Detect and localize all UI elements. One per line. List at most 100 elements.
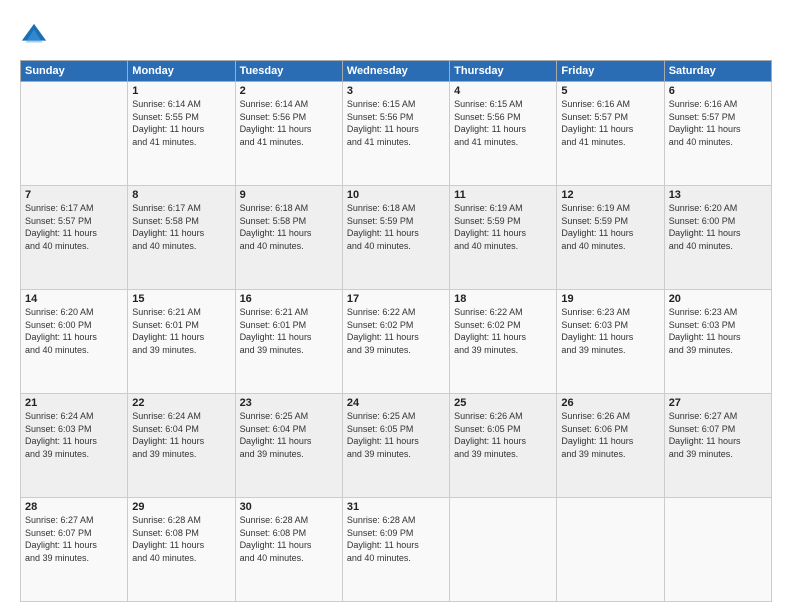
day-info: Sunrise: 6:19 AM Sunset: 5:59 PM Dayligh… [454,202,552,252]
calendar-week-row: 1Sunrise: 6:14 AM Sunset: 5:55 PM Daylig… [21,82,772,186]
day-info: Sunrise: 6:20 AM Sunset: 6:00 PM Dayligh… [669,202,767,252]
day-info: Sunrise: 6:27 AM Sunset: 6:07 PM Dayligh… [669,410,767,460]
day-number: 31 [347,501,445,513]
calendar-cell: 17Sunrise: 6:22 AM Sunset: 6:02 PM Dayli… [342,290,449,394]
weekday-header-cell: Friday [557,61,664,82]
calendar-cell [21,82,128,186]
day-number: 5 [561,85,659,97]
day-info: Sunrise: 6:15 AM Sunset: 5:56 PM Dayligh… [454,98,552,148]
calendar-cell: 19Sunrise: 6:23 AM Sunset: 6:03 PM Dayli… [557,290,664,394]
calendar-table: SundayMondayTuesdayWednesdayThursdayFrid… [20,60,772,602]
calendar-cell: 21Sunrise: 6:24 AM Sunset: 6:03 PM Dayli… [21,394,128,498]
calendar-cell: 3Sunrise: 6:15 AM Sunset: 5:56 PM Daylig… [342,82,449,186]
calendar-week-row: 28Sunrise: 6:27 AM Sunset: 6:07 PM Dayli… [21,498,772,602]
day-number: 6 [669,85,767,97]
day-info: Sunrise: 6:23 AM Sunset: 6:03 PM Dayligh… [669,306,767,356]
day-number: 9 [240,189,338,201]
calendar-cell: 1Sunrise: 6:14 AM Sunset: 5:55 PM Daylig… [128,82,235,186]
day-number: 2 [240,85,338,97]
calendar-cell: 13Sunrise: 6:20 AM Sunset: 6:00 PM Dayli… [664,186,771,290]
day-info: Sunrise: 6:24 AM Sunset: 6:04 PM Dayligh… [132,410,230,460]
weekday-header-cell: Monday [128,61,235,82]
day-info: Sunrise: 6:26 AM Sunset: 6:06 PM Dayligh… [561,410,659,460]
calendar-cell [557,498,664,602]
day-number: 13 [669,189,767,201]
day-number: 29 [132,501,230,513]
calendar-week-row: 21Sunrise: 6:24 AM Sunset: 6:03 PM Dayli… [21,394,772,498]
calendar-cell: 28Sunrise: 6:27 AM Sunset: 6:07 PM Dayli… [21,498,128,602]
day-number: 26 [561,397,659,409]
calendar-cell [450,498,557,602]
logo-icon [20,22,48,50]
calendar-cell: 25Sunrise: 6:26 AM Sunset: 6:05 PM Dayli… [450,394,557,498]
calendar-cell [664,498,771,602]
calendar-week-row: 14Sunrise: 6:20 AM Sunset: 6:00 PM Dayli… [21,290,772,394]
calendar-cell: 23Sunrise: 6:25 AM Sunset: 6:04 PM Dayli… [235,394,342,498]
weekday-header: SundayMondayTuesdayWednesdayThursdayFrid… [21,61,772,82]
calendar-cell: 11Sunrise: 6:19 AM Sunset: 5:59 PM Dayli… [450,186,557,290]
day-info: Sunrise: 6:14 AM Sunset: 5:55 PM Dayligh… [132,98,230,148]
calendar-cell: 9Sunrise: 6:18 AM Sunset: 5:58 PM Daylig… [235,186,342,290]
day-number: 24 [347,397,445,409]
calendar-cell: 31Sunrise: 6:28 AM Sunset: 6:09 PM Dayli… [342,498,449,602]
day-number: 8 [132,189,230,201]
calendar-cell: 12Sunrise: 6:19 AM Sunset: 5:59 PM Dayli… [557,186,664,290]
day-number: 3 [347,85,445,97]
day-number: 28 [25,501,123,513]
calendar-cell: 4Sunrise: 6:15 AM Sunset: 5:56 PM Daylig… [450,82,557,186]
day-number: 25 [454,397,552,409]
day-number: 10 [347,189,445,201]
calendar-cell: 18Sunrise: 6:22 AM Sunset: 6:02 PM Dayli… [450,290,557,394]
calendar-cell: 7Sunrise: 6:17 AM Sunset: 5:57 PM Daylig… [21,186,128,290]
weekday-header-cell: Thursday [450,61,557,82]
day-info: Sunrise: 6:23 AM Sunset: 6:03 PM Dayligh… [561,306,659,356]
day-info: Sunrise: 6:25 AM Sunset: 6:05 PM Dayligh… [347,410,445,460]
calendar-cell: 16Sunrise: 6:21 AM Sunset: 6:01 PM Dayli… [235,290,342,394]
weekday-header-cell: Saturday [664,61,771,82]
header [20,18,772,50]
day-number: 27 [669,397,767,409]
calendar-cell: 26Sunrise: 6:26 AM Sunset: 6:06 PM Dayli… [557,394,664,498]
day-info: Sunrise: 6:19 AM Sunset: 5:59 PM Dayligh… [561,202,659,252]
day-number: 17 [347,293,445,305]
day-number: 18 [454,293,552,305]
day-number: 21 [25,397,123,409]
day-info: Sunrise: 6:28 AM Sunset: 6:08 PM Dayligh… [132,514,230,564]
day-number: 12 [561,189,659,201]
calendar-cell: 6Sunrise: 6:16 AM Sunset: 5:57 PM Daylig… [664,82,771,186]
day-info: Sunrise: 6:21 AM Sunset: 6:01 PM Dayligh… [240,306,338,356]
day-info: Sunrise: 6:25 AM Sunset: 6:04 PM Dayligh… [240,410,338,460]
day-number: 14 [25,293,123,305]
calendar-cell: 22Sunrise: 6:24 AM Sunset: 6:04 PM Dayli… [128,394,235,498]
day-info: Sunrise: 6:24 AM Sunset: 6:03 PM Dayligh… [25,410,123,460]
day-info: Sunrise: 6:22 AM Sunset: 6:02 PM Dayligh… [347,306,445,356]
day-info: Sunrise: 6:28 AM Sunset: 6:09 PM Dayligh… [347,514,445,564]
calendar-cell: 27Sunrise: 6:27 AM Sunset: 6:07 PM Dayli… [664,394,771,498]
calendar-cell: 29Sunrise: 6:28 AM Sunset: 6:08 PM Dayli… [128,498,235,602]
day-info: Sunrise: 6:22 AM Sunset: 6:02 PM Dayligh… [454,306,552,356]
day-number: 11 [454,189,552,201]
day-info: Sunrise: 6:14 AM Sunset: 5:56 PM Dayligh… [240,98,338,148]
weekday-header-cell: Sunday [21,61,128,82]
calendar-cell: 30Sunrise: 6:28 AM Sunset: 6:08 PM Dayli… [235,498,342,602]
day-info: Sunrise: 6:20 AM Sunset: 6:00 PM Dayligh… [25,306,123,356]
day-info: Sunrise: 6:21 AM Sunset: 6:01 PM Dayligh… [132,306,230,356]
day-info: Sunrise: 6:17 AM Sunset: 5:58 PM Dayligh… [132,202,230,252]
weekday-header-cell: Tuesday [235,61,342,82]
day-number: 15 [132,293,230,305]
calendar-cell: 10Sunrise: 6:18 AM Sunset: 5:59 PM Dayli… [342,186,449,290]
day-info: Sunrise: 6:28 AM Sunset: 6:08 PM Dayligh… [240,514,338,564]
day-number: 4 [454,85,552,97]
day-info: Sunrise: 6:26 AM Sunset: 6:05 PM Dayligh… [454,410,552,460]
day-info: Sunrise: 6:17 AM Sunset: 5:57 PM Dayligh… [25,202,123,252]
calendar-cell: 20Sunrise: 6:23 AM Sunset: 6:03 PM Dayli… [664,290,771,394]
day-number: 7 [25,189,123,201]
day-info: Sunrise: 6:16 AM Sunset: 5:57 PM Dayligh… [561,98,659,148]
day-number: 1 [132,85,230,97]
calendar-cell: 5Sunrise: 6:16 AM Sunset: 5:57 PM Daylig… [557,82,664,186]
calendar-cell: 15Sunrise: 6:21 AM Sunset: 6:01 PM Dayli… [128,290,235,394]
weekday-header-cell: Wednesday [342,61,449,82]
day-number: 20 [669,293,767,305]
calendar-cell: 24Sunrise: 6:25 AM Sunset: 6:05 PM Dayli… [342,394,449,498]
day-number: 19 [561,293,659,305]
